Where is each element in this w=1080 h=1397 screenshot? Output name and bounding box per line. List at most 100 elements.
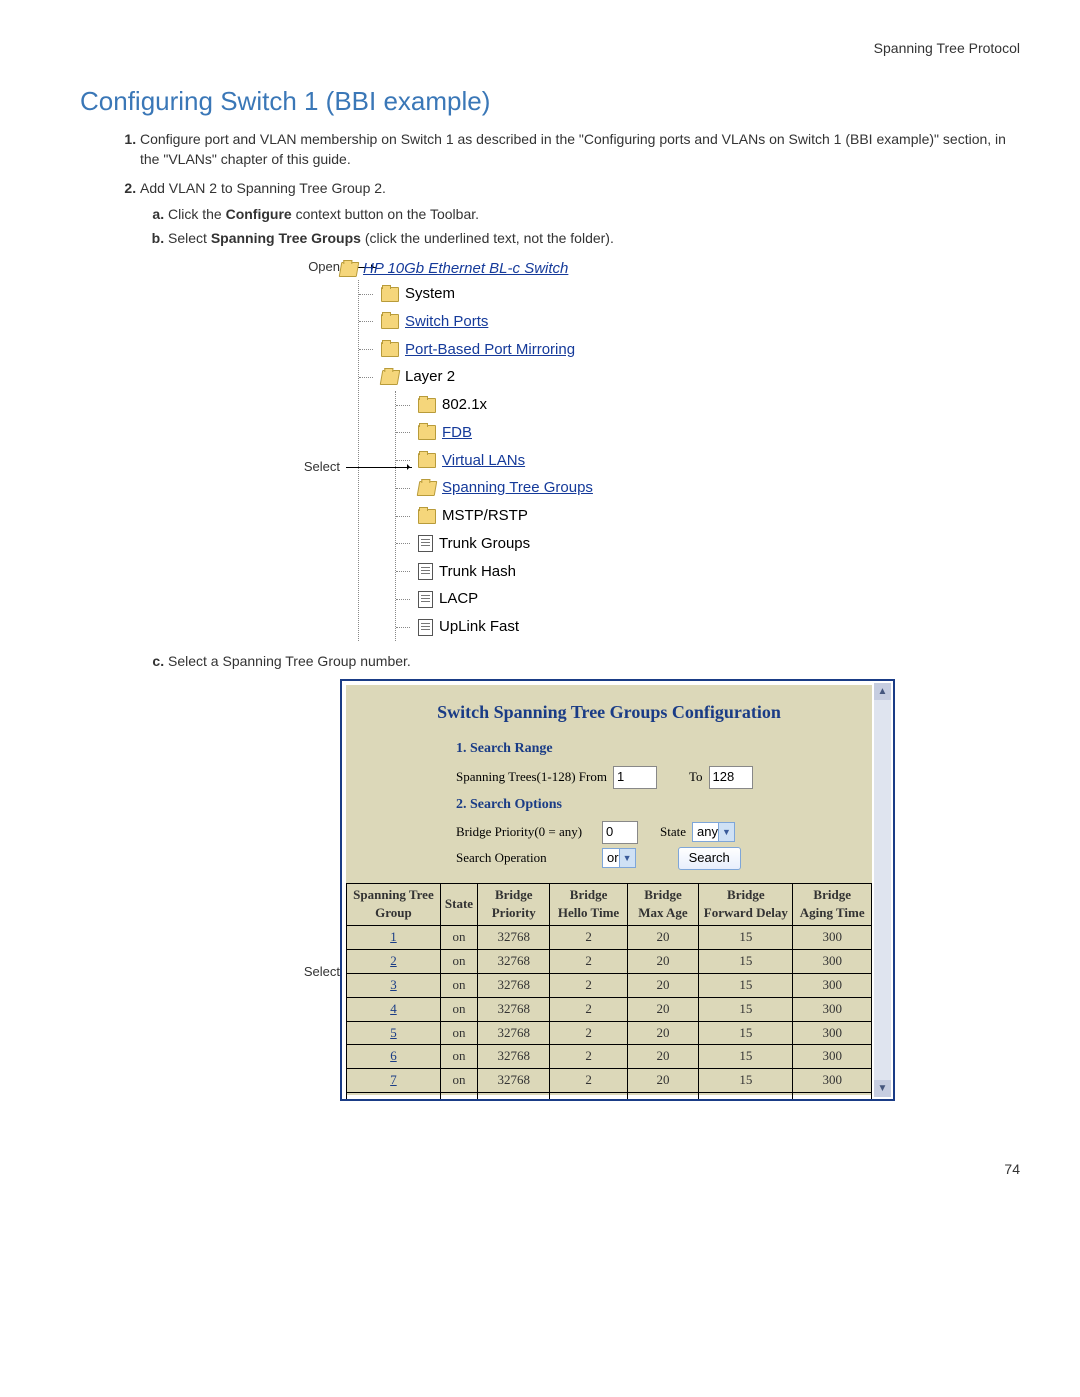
table-row: 3on3276822015300	[347, 973, 872, 997]
step-list: Configure port and VLAN membership on Sw…	[140, 129, 1020, 1101]
folder-icon	[418, 453, 436, 468]
tree-trunk-hash[interactable]: Trunk Hash	[396, 558, 593, 586]
stg-table: Spanning Tree Group State Bridge Priorit…	[346, 883, 872, 1102]
tree-fdb[interactable]: FDB	[396, 419, 593, 447]
callout-open: Open	[308, 258, 340, 277]
cell-group[interactable]: 1	[347, 926, 441, 950]
tree-stg[interactable]: Spanning Tree Groups	[396, 474, 593, 502]
cell-state: on	[440, 997, 477, 1021]
group-link[interactable]: 4	[390, 1001, 397, 1016]
file-icon	[418, 563, 433, 580]
tree-system[interactable]: System	[359, 280, 593, 308]
search-options-heading: 2. Search Options	[456, 795, 872, 815]
tree-label: System	[405, 283, 455, 305]
cell-maxage: 20	[627, 950, 699, 974]
tree-8021x[interactable]: 802.1x	[396, 391, 593, 419]
chevron-down-icon: ▼	[619, 849, 635, 867]
file-icon	[418, 591, 433, 608]
cell-hello: 2	[550, 1093, 627, 1102]
cell-fwd: 15	[699, 973, 793, 997]
folder-icon	[381, 287, 399, 302]
folder-icon	[418, 398, 436, 413]
open-folder-icon	[417, 481, 438, 496]
tree-switch-ports[interactable]: Switch Ports	[359, 308, 593, 336]
cell-group[interactable]: 4	[347, 997, 441, 1021]
cell-fwd: 15	[699, 997, 793, 1021]
text: Click the	[168, 206, 226, 222]
cell-aging: 300	[793, 926, 872, 950]
tree-label: Virtual LANs	[442, 450, 525, 472]
th-state: State	[440, 883, 477, 926]
operation-select[interactable]: or▼	[602, 848, 636, 868]
cell-aging: 300	[793, 1069, 872, 1093]
search-form: 1. Search Range Spanning Trees(1-128) Fr…	[346, 739, 872, 882]
table-row: 6on3276822015300	[347, 1045, 872, 1069]
cell-fwd: 15	[699, 950, 793, 974]
cell-group[interactable]: 5	[347, 1021, 441, 1045]
group-link[interactable]: 3	[390, 977, 397, 992]
file-icon	[418, 619, 433, 636]
group-link[interactable]: 2	[390, 953, 397, 968]
group-link[interactable]: 6	[390, 1048, 397, 1063]
step-2c: Select a Spanning Tree Group number.	[168, 651, 1020, 671]
cell-hello: 2	[550, 1045, 627, 1069]
cell-maxage: 20	[627, 1069, 699, 1093]
cell-priority: 32768	[478, 1069, 550, 1093]
tree-vlans[interactable]: Virtual LANs	[396, 447, 593, 475]
scroll-down-icon[interactable]: ▼	[874, 1080, 891, 1097]
group-link[interactable]: 8	[390, 1096, 397, 1101]
cell-maxage: 20	[627, 926, 699, 950]
tree-layer2[interactable]: Layer 2	[359, 363, 593, 391]
group-link[interactable]: 5	[390, 1025, 397, 1040]
tree-mstp[interactable]: MSTP/RSTP	[396, 502, 593, 530]
group-link[interactable]: 7	[390, 1072, 397, 1087]
step-2: Add VLAN 2 to Spanning Tree Group 2. Cli…	[140, 178, 1020, 1102]
tree-root-label[interactable]: HP 10Gb Ethernet BL-c Switch	[363, 258, 568, 280]
tree-uplink-fast[interactable]: UpLink Fast	[396, 613, 593, 641]
cell-maxage: 20	[627, 973, 699, 997]
to-label: To	[689, 768, 703, 787]
tree-label: Port-Based Port Mirroring	[405, 339, 575, 361]
tree-trunk-groups[interactable]: Trunk Groups	[396, 530, 593, 558]
from-input[interactable]: 1	[613, 766, 657, 789]
callout-select: Select	[304, 458, 340, 477]
cell-hello: 2	[550, 1021, 627, 1045]
cell-hello: 2	[550, 1069, 627, 1093]
step-2b: Select Spanning Tree Groups (click the u…	[168, 228, 1020, 248]
th-group: Spanning Tree Group	[347, 883, 441, 926]
tree-port-mirroring[interactable]: Port-Based Port Mirroring	[359, 336, 593, 364]
cell-group[interactable]: 8	[347, 1093, 441, 1102]
substep-list-2: Select a Spanning Tree Group number.	[168, 651, 1020, 671]
state-select-value: any	[697, 823, 718, 842]
cell-state: on	[440, 1045, 477, 1069]
cell-group[interactable]: 2	[347, 950, 441, 974]
panel-title: Switch Spanning Tree Groups Configuratio…	[346, 685, 872, 733]
to-input[interactable]: 128	[709, 766, 753, 789]
cell-state: on	[440, 926, 477, 950]
search-button[interactable]: Search	[678, 847, 741, 870]
scrollbar[interactable]: ▲ ▼	[874, 683, 891, 1097]
table-header-row: Spanning Tree Group State Bridge Priorit…	[347, 883, 872, 926]
cell-fwd: 15	[699, 926, 793, 950]
tree-label: Trunk Hash	[439, 561, 516, 583]
state-select[interactable]: any▼	[692, 822, 735, 842]
cell-state: on	[440, 1021, 477, 1045]
tree-root[interactable]: HP 10Gb Ethernet BL-c Switch	[340, 258, 593, 280]
cell-maxage: 20	[627, 1045, 699, 1069]
cell-aging: 300	[793, 950, 872, 974]
cell-priority: 32768	[478, 1093, 550, 1102]
cell-hello: 2	[550, 950, 627, 974]
configure-bold: Configure	[226, 206, 292, 222]
group-link[interactable]: 1	[390, 929, 397, 944]
tree-lacp[interactable]: LACP	[396, 585, 593, 613]
tree-label: UpLink Fast	[439, 616, 519, 638]
search-range-heading: 1. Search Range	[456, 739, 872, 759]
cell-group[interactable]: 6	[347, 1045, 441, 1069]
cell-group[interactable]: 7	[347, 1069, 441, 1093]
step-2a: Click the Configure context button on th…	[168, 204, 1020, 224]
bridge-priority-input[interactable]: 0	[602, 821, 638, 844]
cell-maxage: 20	[627, 997, 699, 1021]
cell-group[interactable]: 3	[347, 973, 441, 997]
scroll-up-icon[interactable]: ▲	[874, 683, 891, 700]
table-row: 2on3276822015300	[347, 950, 872, 974]
